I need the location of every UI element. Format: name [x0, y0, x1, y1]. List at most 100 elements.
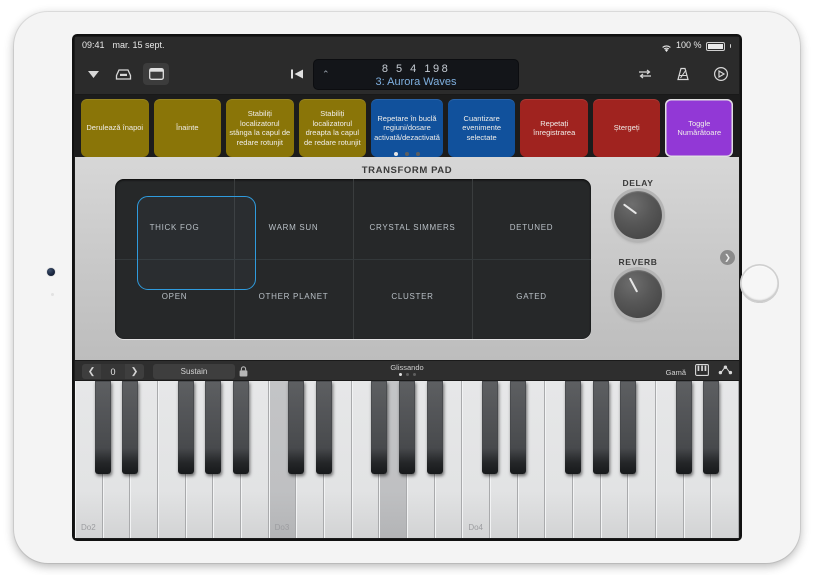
piano-black-key[interactable] — [371, 381, 388, 474]
glissando-mode-group[interactable]: Glissando — [75, 363, 739, 376]
reverb-knob-group: REVERB — [603, 257, 673, 318]
command-button-label: Toggle Numărătoare — [677, 118, 722, 138]
delay-knob[interactable] — [614, 191, 662, 239]
instrument-plate: TRANSFORM PAD THICK FOG WARM SUN CRYSTAL S… — [75, 157, 739, 360]
piano-black-key[interactable] — [288, 381, 305, 474]
piano-black-key[interactable] — [232, 381, 249, 474]
keyboard-icon[interactable] — [695, 363, 709, 381]
piano-black-key[interactable] — [122, 381, 139, 474]
piano-black-key[interactable] — [564, 381, 581, 474]
ipad-screen: 09:41 mar. 15 sept. 100 % ⌃ 8 5 4 198 3:… — [75, 37, 739, 538]
command-button-2[interactable]: Stabiliți localizatorul stânga la capul … — [226, 99, 294, 157]
control-bar-command-strip: Derulează înapoi Înainte Stabiliți localiz… — [75, 95, 739, 157]
pad-label-top-2[interactable]: CRYSTAL SIMMERS — [353, 223, 472, 232]
delay-knob-label: DELAY — [622, 178, 654, 188]
pad-selection-cursor[interactable] — [137, 196, 256, 290]
pad-label-bottom-3[interactable]: GATED — [472, 292, 591, 301]
command-button-1[interactable]: Înainte — [153, 99, 222, 157]
command-button-7[interactable]: Ștergeți — [592, 99, 661, 157]
front-camera — [47, 268, 55, 276]
glissando-label: Glissando — [390, 363, 424, 372]
piano-keyboard[interactable]: Do2 Do3 Do4 — [75, 381, 739, 538]
wifi-icon — [661, 42, 672, 52]
status-date: mar. 15 sept. — [112, 40, 165, 50]
piano-black-key[interactable] — [481, 381, 498, 474]
settings-icon[interactable] — [711, 64, 731, 84]
command-button-label: Stabiliți localizatorul dreapta la capul… — [303, 109, 361, 147]
piano-black-key[interactable] — [592, 381, 609, 474]
command-button-6[interactable]: Repetați înregistrarea — [520, 99, 588, 157]
piano-black-key[interactable] — [509, 381, 526, 474]
delay-knob-group: DELAY — [603, 178, 673, 239]
view-toggle-icon[interactable] — [143, 63, 169, 85]
command-strip-page-dots — [75, 152, 739, 156]
lcd-counter: 8 5 4 198 — [381, 63, 451, 75]
piano-black-key[interactable] — [398, 381, 415, 474]
page-title: TRANSFORM PAD — [361, 165, 453, 176]
piano-black-key[interactable] — [315, 381, 332, 474]
page-dot[interactable] — [405, 152, 409, 156]
command-button-0[interactable]: Derulează înapoi — [81, 99, 149, 157]
command-button-4[interactable]: Repetare în buclă regiuni/dosare activat… — [371, 99, 443, 157]
arpeggiator-icon[interactable] — [718, 363, 733, 381]
piano-octave-label: Do4 — [468, 523, 484, 532]
glissando-dot[interactable] — [405, 373, 409, 376]
chevron-down-icon[interactable] — [83, 64, 103, 84]
transport-toolbar: ⌃ 8 5 4 198 3: Aurora Waves — [75, 53, 739, 95]
piano-octave-label: Do3 — [274, 523, 290, 532]
status-bar-left: 09:41 mar. 15 sept. — [82, 37, 165, 53]
pad-label-bottom-2[interactable]: CLUSTER — [353, 292, 472, 301]
page-dot[interactable] — [394, 152, 398, 156]
pad-label-top-1[interactable]: WARM SUN — [234, 223, 353, 232]
piano-black-key[interactable] — [205, 381, 222, 474]
ios-status-bar: 09:41 mar. 15 sept. 100 % — [75, 37, 739, 53]
command-button-label: Repetați înregistrarea — [533, 118, 576, 138]
keyboard-control-bar: ❮ 0 ❯ Sustain Glissando Gamă — [75, 360, 739, 381]
command-button-8[interactable]: Toggle Numărătoare — [665, 99, 733, 157]
glissando-dot[interactable] — [398, 373, 402, 376]
scale-label[interactable]: Gamă — [666, 368, 686, 377]
battery-percent: 100 % — [675, 40, 702, 50]
ambient-light-sensor — [51, 293, 54, 296]
library-tray-icon[interactable] — [113, 64, 133, 84]
transform-xy-pad[interactable]: THICK FOG WARM SUN CRYSTAL SIMMERS DETUNED O… — [115, 179, 591, 339]
next-page-arrow-icon[interactable]: ❯ — [720, 250, 735, 265]
command-button-label: Cuantizare evenimente selectate — [462, 113, 502, 142]
rewind-to-start-button[interactable] — [287, 64, 307, 84]
keyboard-bar-right-group: Gamă — [666, 363, 733, 381]
battery-cap — [729, 44, 731, 48]
ipad-device-frame: 09:41 mar. 15 sept. 100 % ⌃ 8 5 4 198 3:… — [14, 12, 800, 563]
command-button-label: Ștergeți — [613, 123, 640, 133]
cycle-loop-icon[interactable] — [635, 64, 655, 84]
piano-black-key[interactable] — [94, 381, 111, 474]
pad-label-bottom-0[interactable]: OPEN — [115, 292, 234, 301]
reverb-knob[interactable] — [614, 270, 662, 318]
lcd-patch-name: 3: Aurora Waves — [375, 76, 457, 88]
command-button-label: Stabiliți localizatorul stânga la capul … — [229, 109, 291, 147]
home-button[interactable] — [740, 264, 779, 303]
piano-black-key[interactable] — [177, 381, 194, 474]
piano-black-key[interactable] — [620, 381, 637, 474]
battery-full-icon — [705, 41, 725, 51]
pad-label-top-3[interactable]: DETUNED — [472, 223, 591, 232]
command-button-label: Înainte — [176, 123, 199, 133]
command-button-5[interactable]: Cuantizare evenimente selectate — [447, 99, 516, 157]
status-bar-right: 100 % — [661, 37, 731, 53]
metronome-icon[interactable] — [673, 64, 693, 84]
command-button-3[interactable]: Stabiliți localizatorul dreapta la capul… — [298, 99, 367, 157]
piano-black-key[interactable] — [426, 381, 443, 474]
pad-label-top-0[interactable]: THICK FOG — [115, 223, 234, 232]
command-button-label: Repetare în buclă regiuni/dosare activat… — [374, 113, 440, 142]
status-time: 09:41 — [82, 40, 105, 50]
glissando-dot[interactable] — [412, 373, 416, 376]
glissando-page-dots — [75, 373, 739, 376]
toolbar-left-group — [83, 53, 169, 95]
pad-label-bottom-1[interactable]: OTHER PLANET — [234, 292, 353, 301]
page-dot[interactable] — [416, 152, 420, 156]
command-button-label: Derulează înapoi — [86, 123, 144, 133]
piano-black-key[interactable] — [703, 381, 720, 474]
reverb-knob-label: REVERB — [618, 257, 658, 267]
lcd-display[interactable]: ⌃ 8 5 4 198 3: Aurora Waves — [313, 59, 519, 90]
toolbar-right-group — [635, 53, 731, 95]
piano-black-key[interactable] — [675, 381, 692, 474]
